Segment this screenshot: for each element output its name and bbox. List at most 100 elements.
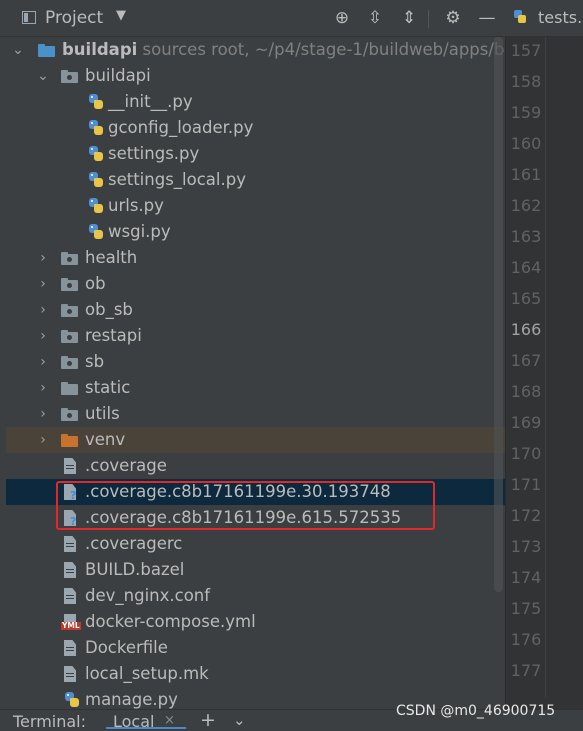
tree-row-file[interactable]: gconfig_loader.py [6, 115, 505, 141]
tree-row-file[interactable]: __init__.py [6, 89, 505, 115]
chevron-right-icon[interactable]: › [36, 245, 50, 271]
tree-row-file[interactable]: .coverage [6, 453, 505, 479]
python-file-icon [88, 120, 104, 136]
line-number: 173 [510, 537, 542, 556]
tree-row-folder[interactable]: › static [6, 375, 505, 401]
tree-row-folder-excluded[interactable]: › venv [6, 427, 505, 453]
line-number: 168 [510, 382, 542, 401]
line-number: 172 [510, 506, 542, 525]
tree-row-file[interactable]: .coveragerc [6, 531, 505, 557]
line-number: 162 [510, 196, 542, 215]
chevron-right-icon[interactable]: › [36, 401, 50, 427]
line-number: 176 [510, 630, 542, 649]
chevron-right-icon[interactable]: › [36, 323, 50, 349]
line-number: 171 [510, 475, 542, 494]
folder-name: venv [85, 430, 126, 449]
package-folder-icon [61, 70, 78, 83]
tree-row-file[interactable]: YML docker-compose.yml [6, 609, 505, 635]
file-name: __init__.py [108, 92, 193, 111]
source-folder-icon [38, 44, 55, 57]
text-file-icon [64, 562, 77, 578]
line-number: 158 [510, 72, 542, 91]
tree-row-folder[interactable]: › sb [6, 349, 505, 375]
tree-row-file[interactable]: BUILD.bazel [6, 557, 505, 583]
text-file-icon [64, 666, 77, 682]
line-number: 157 [510, 41, 542, 60]
folder-name: ob [85, 274, 106, 293]
chevron-down-icon[interactable]: ⌄ [11, 37, 25, 63]
tree-row-file[interactable]: settings.py [6, 141, 505, 167]
file-name: settings_local.py [108, 170, 246, 189]
line-number: 175 [510, 599, 542, 618]
package-folder-icon [61, 330, 78, 343]
tree-row-file[interactable]: settings_local.py [6, 167, 505, 193]
annotation-highlight-box [56, 481, 435, 530]
yml-file-icon: YML [61, 614, 83, 630]
file-name: .coverage [85, 456, 167, 475]
file-name: manage.py [85, 690, 178, 709]
tree-row-package[interactable]: ⌄ buildapi [6, 63, 505, 89]
tree-row-folder[interactable]: › restapi [6, 323, 505, 349]
tree-row-file[interactable]: wsgi.py [6, 219, 505, 245]
tree-row-folder[interactable]: › ob_sb [6, 297, 505, 323]
tree-scrollbar[interactable] [494, 37, 503, 592]
expand-all-icon[interactable]: ⇳ [365, 8, 385, 28]
line-number: 170 [510, 444, 542, 463]
chevron-right-icon[interactable]: › [36, 375, 50, 401]
project-tree[interactable]: ⌄ buildapi sources root, ~/p4/stage-1/bu… [6, 37, 505, 709]
tree-row-file[interactable]: urls.py [6, 193, 505, 219]
collapse-all-icon[interactable]: ⇕ [399, 8, 419, 28]
line-number: 163 [510, 227, 542, 246]
chevron-right-icon[interactable]: › [36, 427, 50, 453]
chevron-right-icon[interactable]: › [36, 297, 50, 323]
file-name: .coveragerc [85, 534, 183, 553]
package-folder-name: buildapi [85, 66, 151, 85]
line-number: 166 [510, 320, 542, 339]
text-file-icon [64, 536, 77, 552]
folder-name: utils [85, 404, 120, 423]
python-file-icon [88, 198, 104, 214]
tree-row-file[interactable]: local_setup.mk [6, 661, 505, 687]
line-number: 160 [510, 134, 542, 153]
root-folder-detail: sources root, ~/p4/stage-1/buildweb/apps… [142, 40, 505, 59]
tree-row-file[interactable]: dev_nginx.conf [6, 583, 505, 609]
tree-row-file[interactable]: Dockerfile [6, 635, 505, 661]
line-number: 161 [510, 165, 542, 184]
root-folder-name: buildapi [62, 40, 138, 59]
python-file-icon [88, 94, 104, 110]
package-folder-icon [61, 408, 78, 421]
file-name: settings.py [108, 144, 200, 163]
text-file-icon [64, 458, 77, 474]
file-name: wsgi.py [108, 222, 171, 241]
close-icon[interactable]: × [164, 713, 175, 728]
chevron-down-icon[interactable]: ⌄ [233, 711, 246, 729]
chevron-right-icon[interactable]: › [36, 271, 50, 297]
package-folder-icon [61, 278, 78, 291]
chevron-down-icon[interactable]: ⌄ [36, 63, 50, 89]
folder-icon [61, 382, 78, 395]
project-window-icon [22, 11, 36, 24]
folder-name: static [85, 378, 131, 397]
python-file-icon [88, 224, 104, 240]
gear-icon[interactable]: ⚙ [443, 8, 463, 28]
tree-row-folder[interactable]: › ob [6, 271, 505, 297]
tree-row-folder[interactable]: › utils [6, 401, 505, 427]
minimize-icon[interactable]: — [477, 8, 497, 28]
text-file-icon [64, 640, 77, 656]
file-name: local_setup.mk [85, 664, 209, 683]
folder-name: ob_sb [85, 300, 133, 319]
line-number: 165 [510, 289, 542, 308]
target-icon[interactable]: ⊕ [332, 8, 352, 28]
project-view-title[interactable]: Project [45, 8, 103, 28]
text-file-icon [64, 588, 77, 604]
editor-tab-label[interactable]: tests. [538, 8, 582, 27]
add-icon[interactable]: + [200, 709, 216, 731]
chevron-right-icon[interactable]: › [36, 349, 50, 375]
file-name: docker-compose.yml [85, 612, 256, 631]
terminal-label: Terminal: [13, 712, 87, 731]
tree-row-root[interactable]: ⌄ buildapi sources root, ~/p4/stage-1/bu… [6, 37, 505, 63]
file-name: dev_nginx.conf [85, 586, 211, 605]
python-file-icon [88, 172, 104, 188]
chevron-down-icon[interactable]: ▼ [116, 8, 126, 23]
tree-row-folder[interactable]: › health [6, 245, 505, 271]
